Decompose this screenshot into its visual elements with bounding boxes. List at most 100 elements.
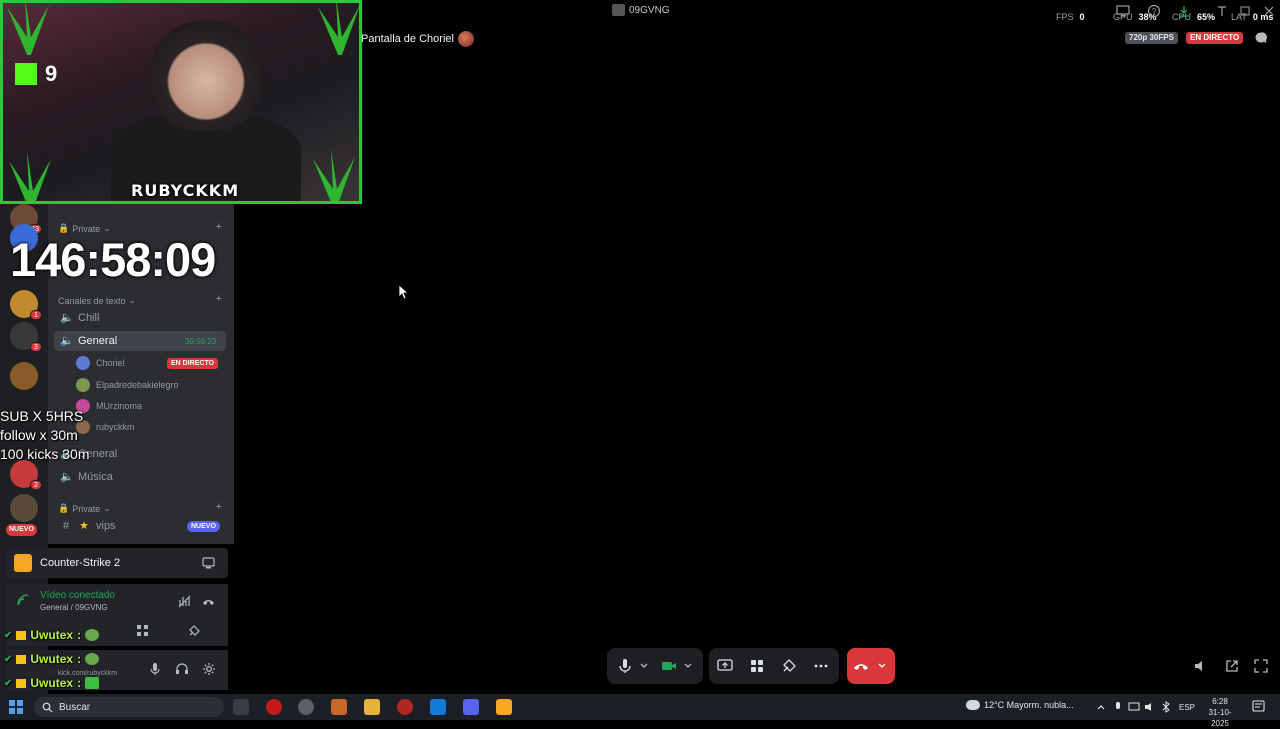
taskbar-search[interactable]: Buscar [34,697,224,717]
soundboard-icon[interactable] [781,658,797,674]
check-icon: ✔ [4,629,13,641]
stream-label: Pantalla de Choriel [361,31,474,47]
speaker-tray-icon[interactable] [1144,701,1156,713]
microphone-icon[interactable] [149,662,161,676]
mouse-cursor-icon [398,284,410,300]
help-icon[interactable]: ? [1147,4,1161,18]
volume-icon[interactable] [1194,659,1208,673]
chevron-down-icon[interactable] [683,658,693,674]
streamer-avatar [457,31,474,47]
activity-card[interactable]: Counter-Strike 2 [6,548,228,578]
avatar [76,356,90,370]
hangup-icon[interactable] [853,658,869,674]
app-icon[interactable] [397,699,413,715]
close-icon[interactable] [1262,4,1276,18]
channel-musica[interactable]: 🔈 Música [54,467,226,487]
microphone-icon[interactable] [617,658,633,674]
disconnect-icon[interactable] [202,596,215,607]
folder-icon[interactable] [364,699,380,715]
promo-line: 100 kicks 30m [0,446,90,462]
settings-gear-icon[interactable] [202,662,216,676]
signal-icon[interactable] [16,593,30,607]
noise-suppression-icon[interactable] [178,595,191,608]
windows-start-icon[interactable] [9,700,23,714]
screen-share-icon[interactable] [717,658,733,674]
streamer-name: RUBYCKKM [131,181,240,200]
counter-strike-icon[interactable] [496,699,512,715]
leaf-decoration-icon [318,3,359,55]
kick-logo-icon [15,63,37,85]
add-channel-icon[interactable]: + [216,501,222,513]
check-icon: ✔ [4,653,13,665]
notifications-icon[interactable] [1252,700,1265,713]
network-icon[interactable] [1128,701,1140,713]
soundboard-icon[interactable] [188,624,201,637]
hash-icon: # [62,520,70,532]
download-icon[interactable] [1177,4,1191,18]
voice-user[interactable]: Elpadredebakielegro [76,376,179,394]
lock-icon: 🔒 [58,503,70,513]
minimize-icon[interactable] [1238,4,1252,18]
chat-message: ✔ Uwutex: [4,676,100,690]
server-icon[interactable]: 1 [10,290,42,320]
check-icon: ✔ [4,677,13,689]
call-controls [607,648,897,684]
chevron-up-icon[interactable] [1096,702,1106,712]
microphone-tray-icon[interactable] [1112,701,1124,713]
store-icon[interactable] [430,699,446,715]
cloud-icon [966,700,980,710]
taskbar-clock[interactable]: 6:28 31-10-2025 [1202,696,1238,729]
category-label: Private [72,503,101,514]
user-name: Choriel [96,358,125,368]
game-icon [14,554,32,572]
discord-icon[interactable] [463,699,479,715]
category-text-channels[interactable]: Canales de texto ⌄ [58,295,136,306]
input-language[interactable]: ESP [1179,703,1195,712]
kick-number: 9 [45,61,58,86]
activities-icon[interactable] [136,624,149,637]
fullscreen-icon[interactable] [1254,659,1268,673]
app-icon[interactable] [331,699,347,715]
server-icon[interactable]: 2 [10,460,42,490]
server-icon[interactable] [10,494,38,522]
avatar [76,378,90,392]
camera-icon[interactable] [661,658,677,674]
server-icon[interactable] [10,362,38,390]
emote-icon [85,653,100,665]
activities-icon[interactable] [749,658,765,674]
user-name: Elpadredebakielegro [96,380,179,390]
bluetooth-icon[interactable] [1160,701,1172,713]
popout-icon[interactable] [1225,659,1239,673]
cpu-value: 65% [1197,12,1216,22]
chat-separator: : [77,628,82,642]
add-channel-icon[interactable]: + [216,293,222,305]
weather-widget[interactable]: 12°C Mayorm. nubla... [966,700,1074,710]
pin-icon[interactable] [1215,4,1229,18]
screen-share-icon[interactable] [202,557,215,569]
browser-icon[interactable] [298,699,314,715]
monitor-icon[interactable] [1116,4,1130,18]
leaf-decoration-icon [313,149,355,201]
chevron-down-icon[interactable] [639,658,649,674]
channel-name: vips [96,520,116,532]
search-icon [42,702,53,712]
more-options-icon[interactable] [813,658,829,674]
chat-bubble-icon[interactable] [1254,31,1268,45]
promo-overlay: SUB X 5HRS follow x 30m 100 kicks 30m [0,407,89,464]
chevron-down-icon[interactable] [877,658,887,674]
new-badge: NUEVO [187,521,220,532]
emote-icon [85,677,100,689]
voice-user[interactable]: Choriel [76,354,125,372]
channel-chill[interactable]: 🔈 Chill [54,308,226,328]
opera-icon[interactable] [266,699,282,715]
new-badge: NUEVO [6,524,37,536]
live-badge: EN DIRECTO [167,358,219,369]
category-private[interactable]: 🔒 Private ⌄ [58,503,111,514]
chat-username: Uwutex [30,628,74,642]
add-channel-icon[interactable]: + [216,221,222,233]
voice-status: Vídeo conectado [40,590,116,601]
server-icon[interactable]: 3 [10,322,42,352]
fps-label: FPS [1056,12,1074,22]
headphones-icon[interactable] [175,662,189,676]
task-view-icon[interactable] [233,699,249,715]
